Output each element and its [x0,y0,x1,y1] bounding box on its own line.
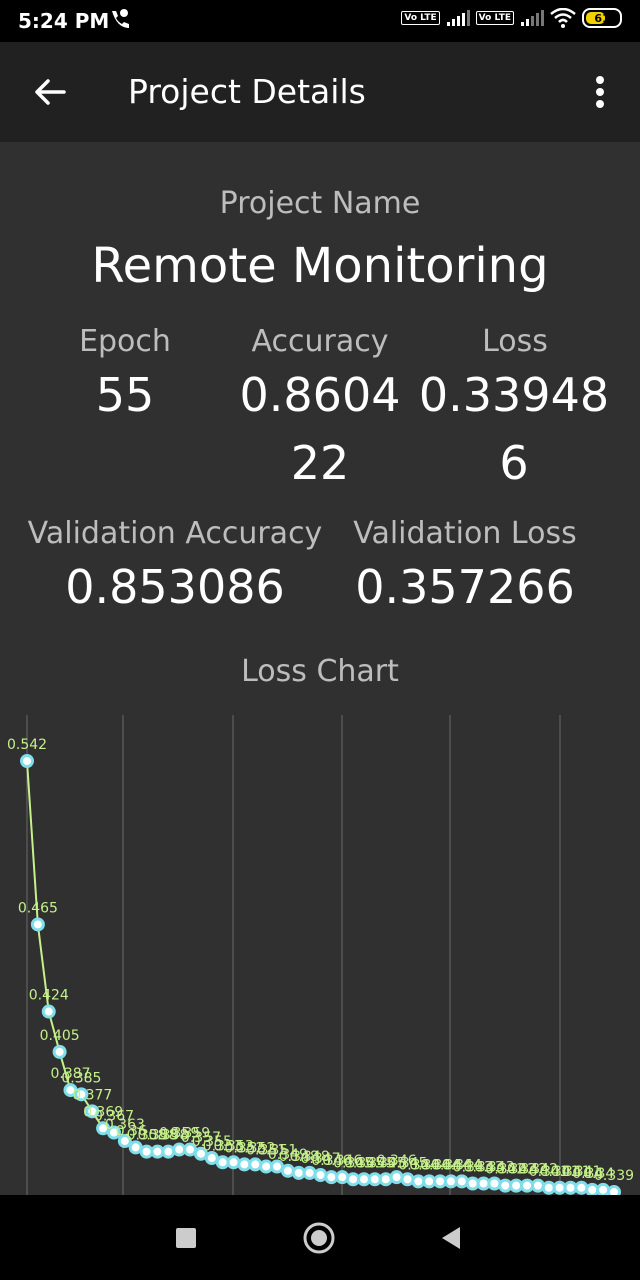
recents-icon[interactable] [175,1227,197,1249]
data-point [139,1144,154,1159]
data-point [530,1178,545,1193]
back-triangle-icon[interactable] [438,1225,462,1251]
data-point [248,1157,263,1172]
data-point [52,1044,67,1059]
project-name: Remote Monitoring [91,238,549,294]
data-point [563,1180,578,1195]
more-vert-icon[interactable] [584,72,616,112]
project-name-label: Project Name [219,186,421,221]
page-title: Project Details [128,72,366,111]
data-point [335,1170,350,1185]
battery-icon: 61 [582,8,622,28]
data-point [324,1170,339,1185]
data-point [215,1155,230,1170]
chart-title: Loss Chart [241,654,399,689]
signal-icon [446,10,470,26]
data-point [30,917,45,932]
data-point [443,1174,458,1189]
loss-chart: 0.5420.4650.4240.4050.3870.3850.3770.369… [7,715,634,1195]
signal-icon-2 [521,10,544,26]
navigation-bar [0,1195,640,1280]
volte-badge-1: Vo LTE [401,11,440,25]
data-point [411,1174,426,1189]
data-point [465,1176,480,1191]
data-point [161,1144,176,1159]
data-point [585,1182,600,1195]
accuracy-label: Accuracy [251,324,389,359]
call-icon [108,8,130,34]
data-point [367,1172,382,1187]
data-label: 0.465 [18,900,58,916]
data-label: 0.377 [72,1087,112,1103]
data-point [400,1172,415,1187]
volte-badge-2: Vo LTE [475,11,514,25]
data-label: 0.385 [61,1070,101,1086]
loss-value-line2: 6 [499,436,529,490]
data-point [476,1176,491,1191]
status-icons: Vo LTE Vo LTE 61 [401,8,622,28]
loss-value-line1: 0.33948 [418,368,610,422]
app-bar: Project Details [0,42,640,142]
data-point [596,1182,611,1195]
data-point [607,1185,621,1195]
battery-level: 61 [594,11,610,25]
data-label: 0.405 [40,1028,80,1044]
home-icon[interactable] [302,1221,336,1255]
validation-loss-value: 0.357266 [355,560,575,614]
status-bar: 5:24 PM Vo LTE Vo LTE 61 [0,0,640,42]
data-point [541,1180,556,1195]
validation-loss-label: Validation Loss [353,516,577,551]
data-point [226,1155,241,1170]
epoch-label: Epoch [79,324,171,359]
data-point [378,1172,393,1187]
arrow-back-icon[interactable] [30,72,70,112]
data-point [574,1180,589,1195]
data-point [422,1174,437,1189]
data-point [313,1168,328,1183]
data-point [41,1004,56,1019]
data-point [487,1176,502,1191]
accuracy-value-line2: 22 [290,436,350,490]
validation-accuracy-value: 0.853086 [65,560,285,614]
data-point [552,1180,567,1195]
loss-label: Loss [482,324,548,359]
data-label: 0.424 [29,988,69,1004]
data-point [346,1172,361,1187]
data-label: 0.339 [594,1168,634,1184]
data-point [454,1174,469,1189]
status-time: 5:24 PM [18,9,110,33]
wifi-icon [550,8,576,28]
data-point [237,1157,252,1172]
data-point [291,1165,306,1180]
data-point [280,1163,295,1178]
data-label: 0.542 [7,737,47,753]
data-point [520,1178,535,1193]
data-point [356,1172,371,1187]
data-point [509,1178,524,1193]
data-point [20,754,34,768]
accuracy-value-line1: 0.8604 [239,368,401,422]
validation-accuracy-label: Validation Accuracy [27,516,323,551]
epoch-value: 55 [95,368,155,422]
data-point [498,1178,513,1193]
data-point [150,1144,165,1159]
data-point [433,1174,448,1189]
